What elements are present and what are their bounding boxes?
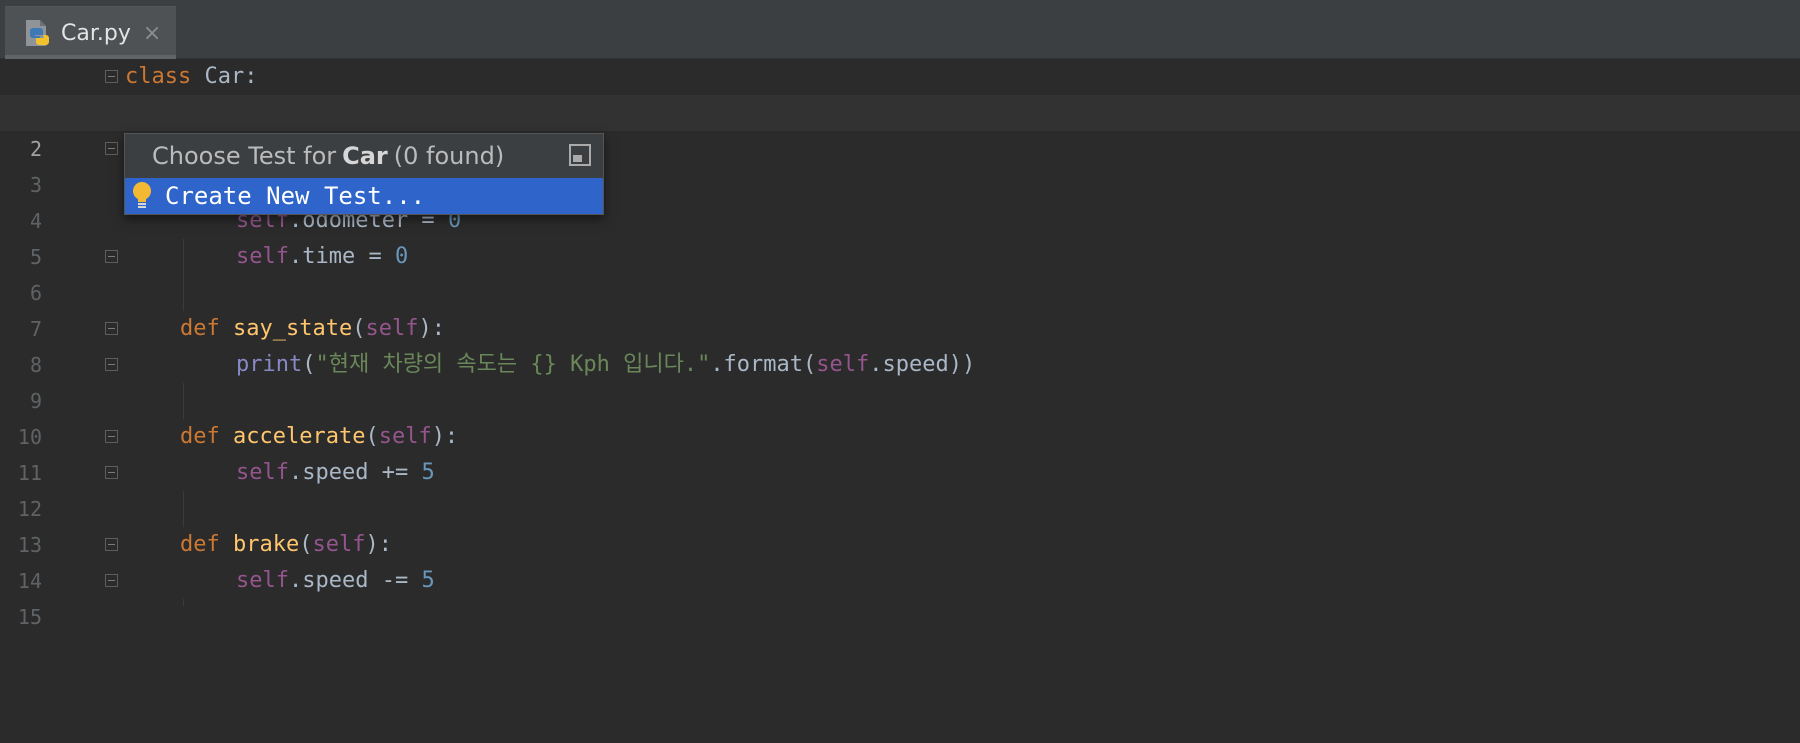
code-text: .speed -= [288,568,422,593]
keyword: def [180,316,220,341]
number-literal: 5 [421,460,435,485]
code-text: .time = [288,244,395,269]
tab-label: Car.py [61,20,131,46]
lightbulb-icon [131,181,153,211]
code-line[interactable]: 6 self.time = 0 [0,239,1800,305]
code-line[interactable]: 7 [0,275,1800,341]
popup-title: Choose Test for Car (0 found) [125,134,603,178]
popup-title-class: Car [342,142,388,170]
string-literal: "현재 차량의 속도는 {} Kph 입니다." [315,352,711,377]
editor-tab-bar: Car.py × [0,0,1800,59]
keyword: class [125,64,192,89]
keyword: def [180,532,220,557]
python-file-icon [23,18,53,48]
self-keyword: self [365,316,419,341]
code-line[interactable]: 15 self.speed -= 5 [0,563,1800,629]
code-line[interactable]: 12 self.speed += 5 [0,455,1800,521]
self-keyword: self [816,352,870,377]
line-number: 15 [17,605,42,629]
fold-icon[interactable] [105,538,118,551]
code-line-current[interactable]: 2 [0,95,1800,161]
code-text: .speed += [288,460,422,485]
self-keyword: self [312,532,366,557]
code-line[interactable]: 13 [0,491,1800,557]
code-text: ( [365,424,379,449]
code-line[interactable]: 9 print("현재 차량의 속도는 {} Kph 입니다.".format(… [0,347,1800,413]
self-keyword: self [236,244,289,269]
number-literal: 5 [421,568,435,593]
code-line[interactable]: 14 def brake(self): [0,527,1800,593]
code-text: ( [299,532,313,557]
fold-icon[interactable] [105,142,118,155]
self-keyword: self [236,460,289,485]
fold-icon[interactable] [105,70,118,83]
number-literal: 0 [394,244,409,269]
function-name: accelerate [233,424,366,449]
create-new-test-item[interactable]: Create New Test... [125,178,603,214]
code-text: ): [418,316,445,341]
tab-car-py[interactable]: Car.py × [5,6,176,59]
fold-icon[interactable] [105,466,118,479]
code-line[interactable]: 11 def accelerate(self): [0,419,1800,485]
self-keyword: self [236,568,289,593]
code-line[interactable]: 10 [0,383,1800,449]
indent-guide [183,599,184,606]
close-icon[interactable]: × [143,21,161,46]
code-text: ( [352,316,366,341]
builtin-function: print [236,352,303,377]
popup-title-suffix: (0 found) [393,142,505,170]
popup-title-prefix: Choose Test for [152,142,337,170]
code-text: .format( [710,352,817,377]
code-text: .speed)) [869,352,976,377]
function-name: brake [233,532,300,557]
class-name: Car: [191,64,258,89]
fold-icon[interactable] [105,250,118,263]
pin-window-icon[interactable] [569,144,591,166]
code-line[interactable]: 8 def say_state(self): [0,311,1800,377]
fold-icon[interactable] [105,574,118,587]
code-text: ): [365,532,392,557]
fold-icon[interactable] [105,358,118,371]
choose-test-popup: Choose Test for Car (0 found) Create New… [124,133,604,215]
code-text: ( [302,352,316,377]
fold-icon[interactable] [105,322,118,335]
function-name: say_state [233,316,353,341]
self-keyword: self [378,424,432,449]
keyword: def [180,424,220,449]
fold-icon[interactable] [105,430,118,443]
create-new-test-label: Create New Test... [165,182,426,210]
code-line[interactable]: 1 class Car: [0,59,1800,125]
code-text: ): [431,424,459,449]
